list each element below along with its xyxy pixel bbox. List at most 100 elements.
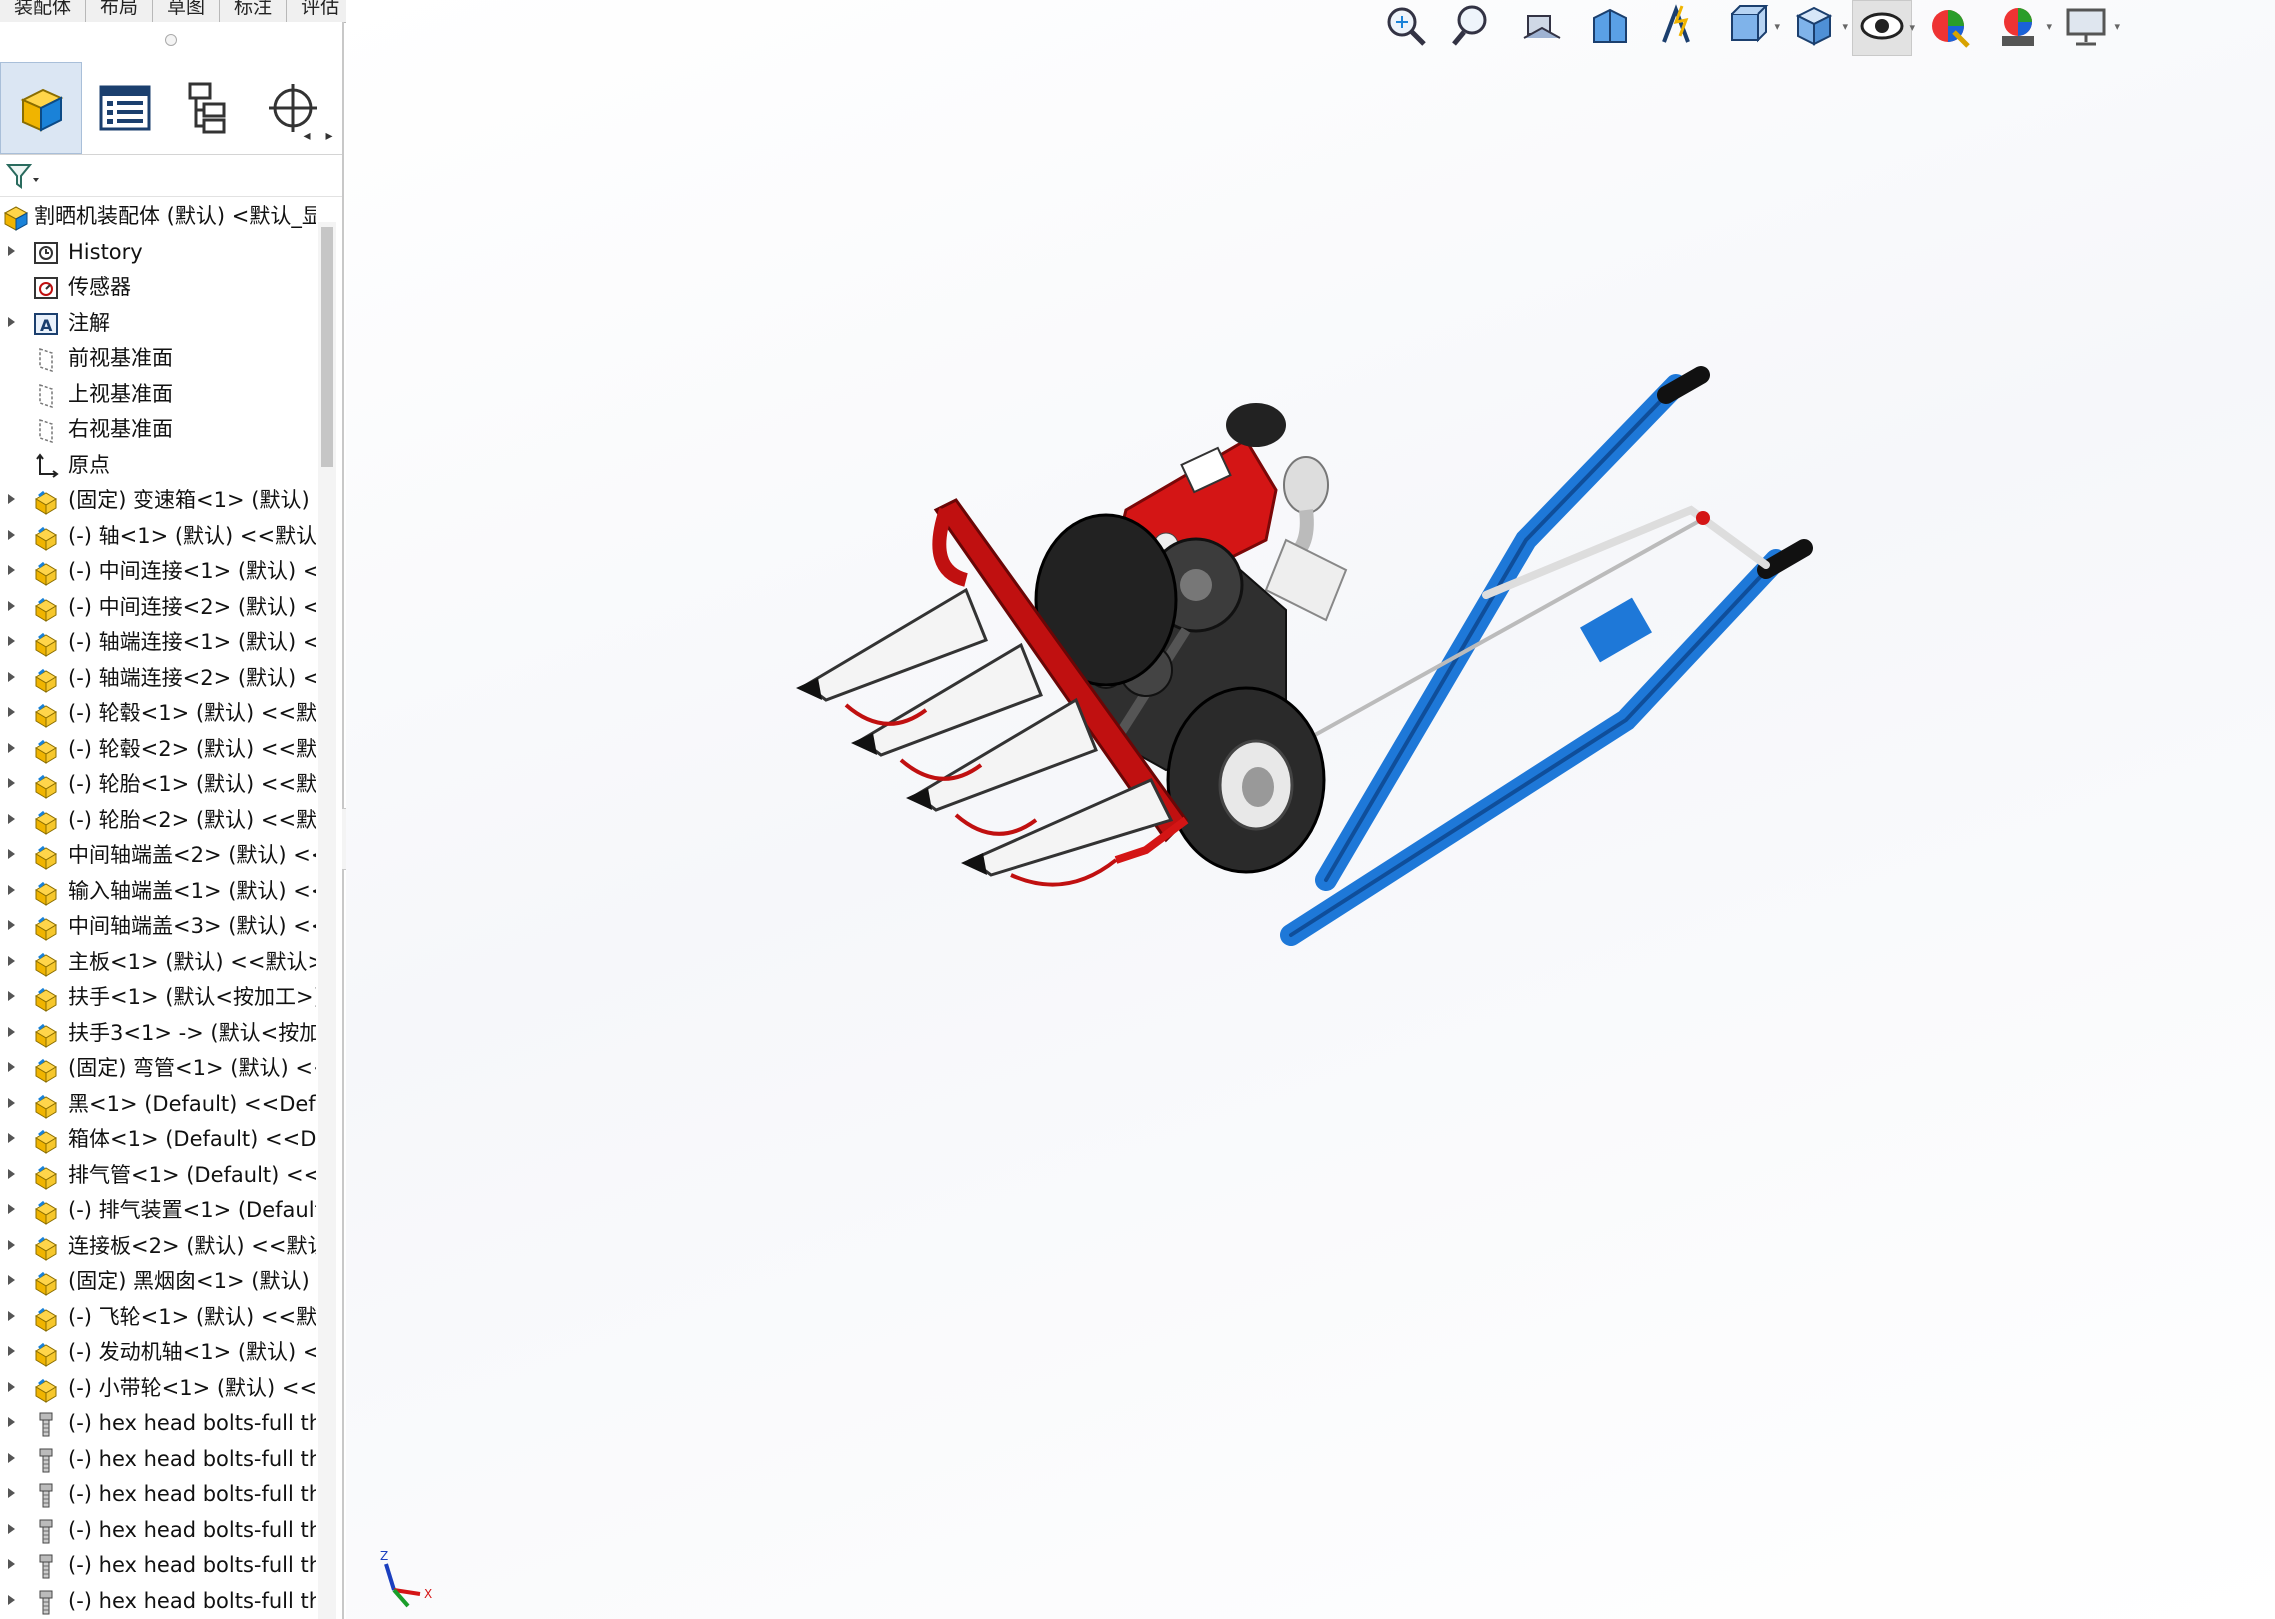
expand-arrow-icon[interactable] [6,1415,16,1429]
tree-item[interactable]: (-) 中间连接<2> (默认) < [0,589,316,625]
tree-item[interactable]: (-) hex head bolts-full th [0,1547,316,1583]
hud-button-view-orientation[interactable]: ▾ [1716,0,1780,56]
graphics-area[interactable]: ▾ ▾ ▾ ▾ ▾ Z X [346,0,2275,1619]
tree-item[interactable]: 中间轴端盖<3> (默认) << [0,908,316,944]
expand-arrow-icon[interactable] [6,528,16,542]
expand-arrow-icon[interactable] [6,1238,16,1252]
tab-feature-manager[interactable] [0,62,82,154]
tree-item[interactable]: (-) 轮毂<2> (默认) <<默认 [0,731,316,767]
dropdown-arrow-icon[interactable]: ▾ [1774,20,1780,33]
tree-item[interactable]: (-) hex head bolts-full th [0,1512,316,1548]
tree-item[interactable]: 原点 [0,447,316,483]
hud-button-zoom-to-fit[interactable] [1376,0,1436,56]
tree-item[interactable]: 中间轴端盖<2> (默认) << [0,837,316,873]
tree-item[interactable]: (-) hex head bolts-full th [0,1583,316,1619]
expand-arrow-icon[interactable] [6,989,16,1003]
expand-arrow-icon[interactable] [6,634,16,648]
expand-arrow-icon[interactable] [6,1060,16,1074]
tree-item[interactable]: 扶手<1> (默认<按加工>) [0,979,316,1015]
tree-item[interactable]: A 注解 [0,305,316,341]
expand-arrow-icon[interactable] [6,1380,16,1394]
expand-arrow-icon[interactable] [6,812,16,826]
tab-3[interactable]: 标注 [220,0,288,23]
dropdown-arrow-icon[interactable]: ▾ [2114,20,2120,33]
filter-icon[interactable] [6,162,40,190]
tree-item[interactable]: History [0,234,316,270]
expand-arrow-icon[interactable] [6,1096,16,1110]
tree-item[interactable]: 前视基准面 [0,340,316,376]
expand-arrow-icon[interactable] [6,315,16,329]
tree-item[interactable]: (-) 发动机轴<1> (默认) < [0,1334,316,1370]
expand-arrow-icon[interactable] [6,1451,16,1465]
hud-button-dynamic-annotation[interactable] [1648,0,1708,56]
tree-item[interactable]: (-) 轴<1> (默认) <<默认> [0,518,316,554]
expand-arrow-icon[interactable] [6,741,16,755]
expand-arrow-icon[interactable] [6,847,16,861]
expand-arrow-icon[interactable] [6,883,16,897]
dropdown-arrow-icon[interactable]: ▾ [1909,21,1915,34]
tree-item[interactable]: (固定) 弯管<1> (默认) << [0,1050,316,1086]
tree-item[interactable]: 主板<1> (默认) <<默认> [0,944,316,980]
tabs-scroll-left-icon[interactable]: ◂ [300,128,314,148]
expand-arrow-icon[interactable] [6,244,16,258]
expand-arrow-icon[interactable] [6,918,16,932]
expand-arrow-icon[interactable] [6,1557,16,1571]
expand-arrow-icon[interactable] [6,1309,16,1323]
reaper-assembly-model[interactable] [646,340,1946,1340]
expand-arrow-icon[interactable] [6,1486,16,1500]
tree-item[interactable]: (-) hex head bolts-full th [0,1405,316,1441]
tree-item[interactable]: 连接板<2> (默认) <<默认 [0,1228,316,1264]
hud-button-edit-appearance[interactable] [1920,0,1980,56]
hud-button-section-view[interactable] [1580,0,1640,56]
hud-button-hide-show-items[interactable]: ▾ [1852,0,1915,56]
hud-button-display-style[interactable]: ▾ [1784,0,1848,56]
tree-item[interactable]: (-) 小带轮<1> (默认) <<默 [0,1370,316,1406]
tree-item[interactable]: (固定) 变速箱<1> (默认) < [0,482,316,518]
expand-arrow-icon[interactable] [6,670,16,684]
tree-item[interactable]: (-) hex head bolts-full th [0,1476,316,1512]
expand-arrow-icon[interactable] [6,1593,16,1607]
hud-button-view-settings[interactable]: ▾ [2056,0,2120,56]
dropdown-arrow-icon[interactable]: ▾ [2046,20,2052,33]
tree-item[interactable]: 扶手3<1> -> (默认<按加 [0,1015,316,1051]
tree-item[interactable]: 上视基准面 [0,376,316,412]
dropdown-arrow-icon[interactable]: ▾ [1842,20,1848,33]
expand-arrow-icon[interactable] [6,1522,16,1536]
expand-arrow-icon[interactable] [6,1025,16,1039]
expand-arrow-icon[interactable] [6,1202,16,1216]
expand-arrow-icon[interactable] [6,492,16,506]
tab-0[interactable]: 装配体 [0,0,87,23]
tree-scrollbar-thumb[interactable] [321,227,333,467]
expand-arrow-icon[interactable] [6,1167,16,1181]
tree-item[interactable]: (固定) 黑烟囱<1> (默认) < [0,1263,316,1299]
tree-item[interactable]: 右视基准面 [0,411,316,447]
tree-item[interactable]: (-) 轴端连接<1> (默认) < [0,624,316,660]
tree-item[interactable]: 传感器 [0,269,316,305]
tab-1[interactable]: 布局 [86,0,154,23]
tree-item[interactable]: (-) 轮毂<1> (默认) <<默认 [0,695,316,731]
tree-item[interactable]: (-) 轮胎<2> (默认) <<默认 [0,802,316,838]
expand-arrow-icon[interactable] [6,1131,16,1145]
tree-item[interactable]: 箱体<1> (Default) <<De [0,1121,316,1157]
tree-item[interactable]: (-) 轮胎<1> (默认) <<默认 [0,766,316,802]
expand-arrow-icon[interactable] [6,1273,16,1287]
tree-item[interactable]: 输入轴端盖<1> (默认) << [0,873,316,909]
hud-button-zoom-to-area[interactable] [1444,0,1504,56]
expand-arrow-icon[interactable] [6,563,16,577]
tree-item[interactable]: 排气管<1> (Default) << [0,1157,316,1193]
tree-item[interactable]: (-) 中间连接<1> (默认) < [0,553,316,589]
expand-arrow-icon[interactable] [6,954,16,968]
tree-item[interactable]: 割晒机装配体 (默认) <默认_显 [0,198,316,234]
tree-item[interactable]: (-) hex head bolts-full th [0,1441,316,1477]
tabs-scroll-right-icon[interactable]: ▸ [322,128,336,148]
panel-grip[interactable] [165,34,177,46]
tree-item[interactable]: (-) 排气装置<1> (Default [0,1192,316,1228]
tab-configuration-manager[interactable] [168,62,250,154]
expand-arrow-icon[interactable] [6,1344,16,1358]
tab-4[interactable]: 评估 [287,0,355,23]
hud-button-previous-view[interactable] [1512,0,1572,56]
tab-2[interactable]: 草图 [153,0,221,23]
tree-item[interactable]: (-) 轴端连接<2> (默认) < [0,660,316,696]
tree-item[interactable]: (-) 飞轮<1> (默认) <<默认 [0,1299,316,1335]
expand-arrow-icon[interactable] [6,776,16,790]
